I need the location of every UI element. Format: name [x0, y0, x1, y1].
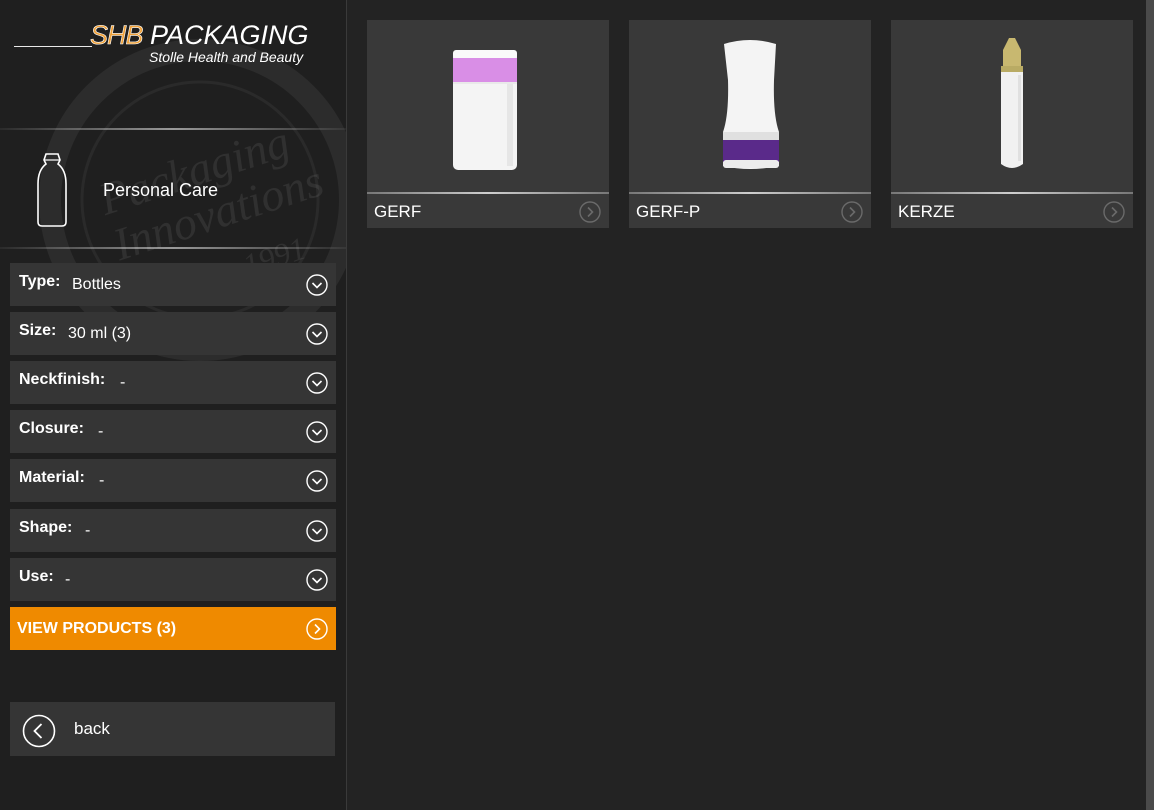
filter-closure[interactable]: Closure: - — [10, 410, 336, 453]
chevron-down-icon[interactable] — [306, 569, 328, 591]
divider — [0, 247, 346, 249]
category-header: Personal Care — [0, 130, 346, 248]
view-products-button[interactable]: VIEW PRODUCTS (3) — [10, 607, 336, 650]
back-label: back — [74, 719, 110, 738]
scrollbar[interactable] — [1146, 0, 1154, 810]
filter-use[interactable]: Use: - — [10, 558, 336, 601]
chevron-down-icon[interactable] — [306, 372, 328, 394]
filter-label: Type: — [19, 273, 61, 290]
filter-value: - — [99, 472, 105, 489]
logo-packaging: PACKAGING — [150, 20, 309, 50]
category-label: Personal Care — [103, 180, 219, 200]
filter-label: Shape: — [19, 519, 73, 536]
chevron-down-icon[interactable] — [306, 421, 328, 443]
logo-shb: SHB — [90, 20, 144, 51]
back-button[interactable]: back — [10, 702, 335, 756]
brand-logo: SHB PACKAGING Stolle Health and Beauty — [14, 18, 334, 70]
chevron-down-icon[interactable] — [306, 274, 328, 296]
product-image — [1001, 38, 1023, 168]
product-name: GERF — [374, 202, 422, 221]
logo-tagline: Stolle Health and Beauty — [149, 49, 304, 65]
product-image — [723, 40, 779, 169]
product-card-gerf-p[interactable]: GERF-P — [629, 20, 871, 228]
filter-label: Use: — [19, 568, 54, 585]
card-divider — [629, 192, 871, 194]
filter-label: Neckfinish: — [19, 371, 106, 388]
filter-label: Size: — [19, 322, 57, 339]
filter-material[interactable]: Material: - — [10, 459, 336, 502]
filter-type[interactable]: Type: Bottles — [10, 263, 336, 306]
logo-rule — [14, 46, 92, 47]
app: Packaging Innovations since 1991 SHB PAC… — [0, 0, 1154, 810]
filter-value: - — [65, 571, 71, 588]
product-name: KERZE — [898, 202, 955, 221]
filter-shape[interactable]: Shape: - — [10, 509, 336, 552]
sidebar: Packaging Innovations since 1991 SHB PAC… — [0, 0, 347, 810]
product-image — [453, 50, 517, 170]
chevron-left-icon — [22, 714, 56, 748]
chevron-right-icon[interactable] — [579, 201, 601, 223]
filter-label: Material: — [19, 469, 85, 486]
filter-value: 30 ml (3) — [68, 325, 132, 342]
product-name: GERF-P — [636, 202, 701, 221]
filter-value: - — [120, 374, 126, 391]
card-divider — [367, 192, 609, 194]
filter-label: Closure: — [19, 420, 84, 437]
bottle-outline-icon — [37, 153, 67, 227]
filter-value: - — [85, 522, 91, 539]
filter-size[interactable]: Size: 30 ml (3) — [10, 312, 336, 355]
product-card-gerf[interactable]: GERF — [367, 20, 609, 228]
filter-neckfinish[interactable]: Neckfinish: - — [10, 361, 336, 404]
filter-value: - — [98, 423, 104, 440]
chevron-down-icon[interactable] — [306, 323, 328, 345]
chevron-right-icon[interactable] — [841, 201, 863, 223]
card-divider — [891, 192, 1133, 194]
view-products-label: VIEW PRODUCTS (3) — [17, 620, 177, 637]
chevron-down-icon[interactable] — [306, 470, 328, 492]
chevron-right-icon[interactable] — [1103, 201, 1125, 223]
chevron-right-icon — [306, 618, 328, 640]
product-card-kerze[interactable]: KERZE — [891, 20, 1133, 228]
chevron-down-icon[interactable] — [306, 520, 328, 542]
filter-value: Bottles — [72, 276, 121, 293]
